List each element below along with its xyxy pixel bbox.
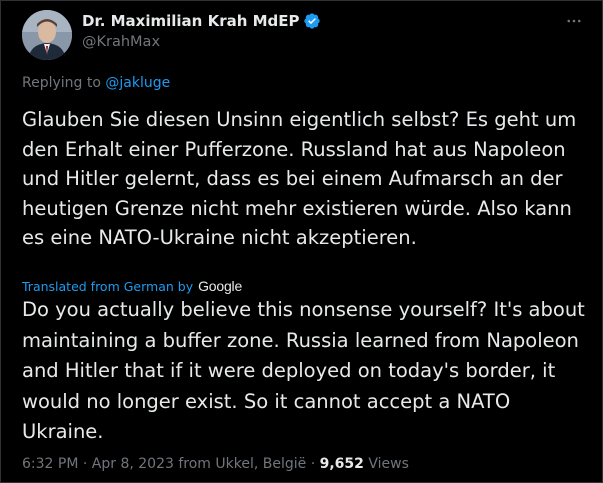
tweet-card: Dr. Maximilian Krah MdEP @KrahMax Replyi… [0,0,603,483]
meta-separator: · [78,456,92,472]
author-name-row[interactable]: Dr. Maximilian Krah MdEP [82,12,321,30]
avatar[interactable] [22,10,72,60]
translation-attribution[interactable]: Translated from German by Google [22,278,242,294]
author-handle[interactable]: @KrahMax [82,34,160,50]
tweet-time[interactable]: 6:32 PM [22,456,78,472]
views-label: Views [368,456,409,472]
avatar-photo [22,10,72,60]
meta-separator: · [306,456,320,472]
more-horizontal-icon[interactable] [564,11,584,31]
verified-badge-icon [303,12,321,30]
replying-to: Replying to @jakluge [22,75,170,91]
tweet-location: from Ukkel, België [178,456,307,472]
author-display-name[interactable]: Dr. Maximilian Krah MdEP [82,12,300,30]
tweet-date[interactable]: Apr 8, 2023 [92,456,174,472]
translated-from-label[interactable]: Translated from German by [22,279,193,294]
reply-mention-link[interactable]: @jakluge [105,75,170,91]
tweet-translated-text: Do you actually believe this nonsense yo… [22,298,585,443]
tweet-original-text: Glauben Sie diesen Unsinn eigentlich sel… [22,108,577,250]
tweet-meta: 6:32 PM · Apr 8, 2023 from Ukkel, België… [22,456,409,472]
google-logo: Google [198,278,243,294]
replying-to-label: Replying to [22,75,106,91]
views-count[interactable]: 9,652 [320,456,364,472]
